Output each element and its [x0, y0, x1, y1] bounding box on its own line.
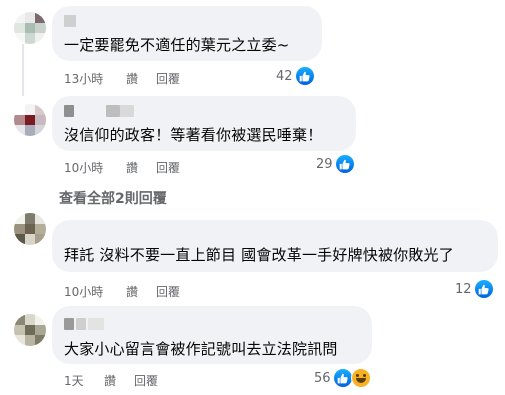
like-action-button[interactable]: 讚 — [104, 372, 116, 389]
like-action-button[interactable]: 讚 — [126, 70, 138, 87]
comment-bubble: 拜託 沒料不要一直上節目 國會改革一手好牌快被你敗光了 — [52, 220, 498, 272]
reaction-summary[interactable]: 42 — [276, 66, 314, 86]
like-icon — [474, 280, 493, 298]
reaction-summary[interactable]: 12 — [455, 279, 493, 299]
reaction-count: 12 — [455, 281, 472, 297]
like-icon — [333, 369, 352, 387]
comment-bubble: 一定要罷免不適任的葉元之立委~ — [52, 6, 322, 61]
reply-button[interactable]: 回覆 — [134, 372, 158, 389]
reaction-count: 42 — [276, 68, 293, 84]
comment-text: 沒信仰的政客！等著看你被選民唾棄！ — [64, 126, 323, 144]
comment-time[interactable]: 1天 — [64, 372, 84, 389]
comment-text: 拜託 沒料不要一直上節目 國會改革一手好牌快被你敗光了 — [64, 246, 454, 264]
reply-button[interactable]: 回覆 — [156, 159, 180, 176]
like-icon — [335, 155, 354, 173]
like-action-button[interactable]: 讚 — [126, 283, 138, 300]
avatar[interactable] — [14, 12, 46, 44]
comment-meta: 10小時 讚 回覆 — [64, 283, 204, 299]
like-action-button[interactable]: 讚 — [126, 159, 138, 176]
haha-icon — [350, 368, 371, 388]
reply-button[interactable]: 回覆 — [156, 70, 180, 87]
reply-button[interactable]: 回覆 — [156, 283, 180, 300]
comment-time[interactable]: 10小時 — [64, 283, 103, 300]
avatar[interactable] — [14, 213, 46, 245]
reaction-summary[interactable]: 56 — [314, 368, 371, 388]
comment-time[interactable]: 13小時 — [64, 70, 103, 87]
thread-line — [22, 44, 24, 96]
comment-text: 大家小心留言會被作記號叫去立法院訊問 — [64, 340, 338, 358]
reaction-summary[interactable]: 29 — [316, 154, 354, 174]
avatar[interactable] — [14, 314, 46, 346]
comment-bubble: 沒信仰的政客！等著看你被選民唾棄！ — [52, 96, 356, 151]
view-all-replies-link[interactable]: 查看全部2則回覆 — [59, 188, 167, 208]
avatar[interactable] — [14, 104, 46, 136]
reaction-count: 29 — [316, 156, 333, 172]
comment-text: 一定要罷免不適任的葉元之立委~ — [64, 36, 290, 54]
comment-meta: 10小時 讚 回覆 — [64, 159, 204, 175]
comment-time[interactable]: 10小時 — [64, 159, 103, 176]
comment-bubble: 大家小心留言會被作記號叫去立法院訊問 — [52, 306, 372, 364]
reaction-count: 56 — [314, 370, 331, 386]
comment-meta: 13小時 讚 回覆 — [64, 70, 204, 86]
like-icon — [295, 67, 314, 85]
comment-meta: 1天 讚 回覆 — [64, 372, 204, 388]
